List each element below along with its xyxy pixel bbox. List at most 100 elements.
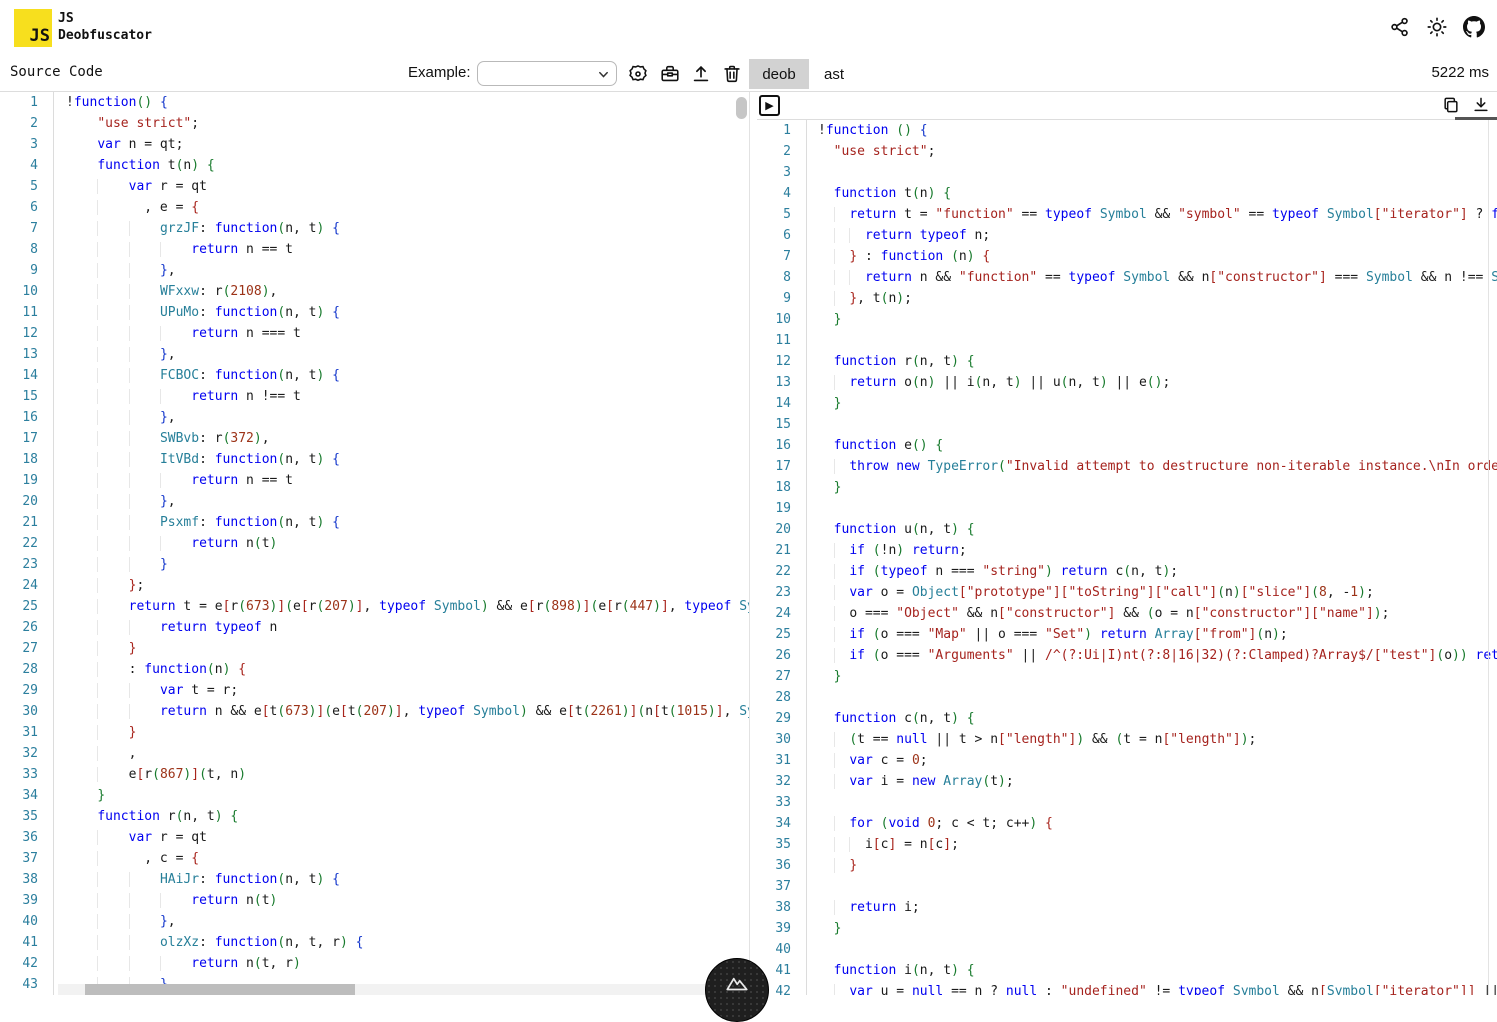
code-line: 1!function () { — [757, 120, 1497, 141]
toolbar: Source Code Example: — [0, 56, 1497, 91]
line-number: 23 — [757, 582, 806, 603]
upload-icon[interactable] — [690, 63, 712, 85]
code-line-text — [806, 876, 1497, 897]
mountain-icon — [724, 970, 750, 996]
code-line: 11 — [757, 330, 1497, 351]
line-number: 7 — [0, 218, 53, 239]
code-line: 13 return o(n) || i(n, t) || u(n, t) || … — [757, 372, 1497, 393]
tab-deob[interactable]: deob — [749, 59, 809, 89]
code-line-text: } — [53, 722, 749, 743]
code-line: 5 var r = qt — [0, 176, 749, 197]
download-icon[interactable] — [1471, 95, 1491, 115]
line-number: 3 — [0, 134, 53, 155]
share-icon[interactable] — [1389, 16, 1411, 38]
example-select[interactable] — [477, 61, 617, 86]
line-number: 32 — [0, 743, 53, 764]
line-number: 30 — [0, 701, 53, 722]
line-number: 10 — [757, 309, 806, 330]
line-number: 24 — [0, 575, 53, 596]
code-line: 34 for (void 0; c < t; c++) { — [757, 813, 1497, 834]
code-line-text: if (o === "Map" || o === "Set") return A… — [806, 624, 1497, 645]
line-number: 19 — [0, 470, 53, 491]
line-number: 40 — [757, 939, 806, 960]
code-line: 5 return t = "function" == typeof Symbol… — [757, 204, 1497, 225]
source-horizontal-scrollbar[interactable] — [85, 984, 355, 995]
line-number: 32 — [757, 771, 806, 792]
copy-icon[interactable] — [1441, 95, 1461, 115]
code-line: 24 o === "Object" && n["constructor"] &&… — [757, 603, 1497, 624]
code-line-text: return i; — [806, 897, 1497, 918]
code-line: 30 return n && e[t(673)](e[t(207)], type… — [0, 701, 749, 722]
line-number: 1 — [0, 92, 53, 113]
settings-icon[interactable] — [627, 63, 649, 85]
code-line-text: i[c] = n[c]; — [806, 834, 1497, 855]
line-number: 21 — [757, 540, 806, 561]
code-line-text: var t = r; — [53, 680, 749, 701]
code-line-text: } — [806, 666, 1497, 687]
trash-icon[interactable] — [721, 63, 743, 85]
line-number: 18 — [0, 449, 53, 470]
line-number: 34 — [0, 785, 53, 806]
code-line-text: } — [53, 638, 749, 659]
line-number: 9 — [0, 260, 53, 281]
source-vertical-scrollbar[interactable] — [736, 97, 747, 119]
line-number: 26 — [0, 617, 53, 638]
code-line: 14 } — [757, 393, 1497, 414]
output-editor[interactable]: 1!function () {2 "use strict";3 4 functi… — [757, 120, 1497, 995]
line-number: 23 — [0, 554, 53, 575]
line-number: 21 — [0, 512, 53, 533]
code-line: 20 function u(n, t) { — [757, 519, 1497, 540]
code-line: 3 — [757, 162, 1497, 183]
code-line-text: grzJF: function(n, t) { — [53, 218, 749, 239]
code-line-text: , c = { — [53, 848, 749, 869]
code-line-text: if (o === "Arguments" || /^(?:Ui|I)nt(?:… — [806, 645, 1497, 666]
code-line-text: var r = qt — [53, 827, 749, 848]
code-line-text: (t == null || t > n["length"]) && (t = n… — [806, 729, 1497, 750]
code-line: 27 } — [0, 638, 749, 659]
code-line: 27 } — [757, 666, 1497, 687]
theme-icon[interactable] — [1426, 16, 1448, 38]
line-number: 37 — [0, 848, 53, 869]
tab-ast[interactable]: ast — [811, 59, 857, 89]
code-line: 39 } — [757, 918, 1497, 939]
code-line-text: }, — [53, 911, 749, 932]
code-line-text: return n === t — [53, 323, 749, 344]
code-line-text: return n && e[t(673)](e[t(207)], typeof … — [53, 701, 749, 722]
code-line-text — [806, 414, 1497, 435]
toolbox-icon[interactable] — [659, 63, 681, 85]
code-line: 23 var o = Object["prototype"]["toString… — [757, 582, 1497, 603]
play-button[interactable]: ▶ — [759, 95, 780, 116]
js-logo: JS — [14, 9, 52, 47]
code-line: 35 i[c] = n[c]; — [757, 834, 1497, 855]
line-number: 28 — [757, 687, 806, 708]
source-editor[interactable]: 1!function() {2 "use strict";3 var n = q… — [0, 92, 750, 995]
code-line-text: function t(n) { — [53, 155, 749, 176]
code-line-text: }, — [53, 260, 749, 281]
line-number: 17 — [0, 428, 53, 449]
code-line-text: if (!n) return; — [806, 540, 1497, 561]
code-line: 14 FCBOC: function(n, t) { — [0, 365, 749, 386]
mountain-badge[interactable] — [705, 958, 769, 1022]
code-line-text: WFxxw: r(2108), — [53, 281, 749, 302]
line-number: 38 — [0, 869, 53, 890]
code-line: 15 — [757, 414, 1497, 435]
line-number: 40 — [0, 911, 53, 932]
code-line-text: function u(n, t) { — [806, 519, 1497, 540]
code-line: 26 return typeof n — [0, 617, 749, 638]
github-icon[interactable] — [1463, 16, 1485, 38]
line-number: 28 — [0, 659, 53, 680]
code-line: 8 return n == t — [0, 239, 749, 260]
code-line: 32 var i = new Array(t); — [757, 771, 1497, 792]
line-number: 25 — [757, 624, 806, 645]
line-number: 22 — [757, 561, 806, 582]
js-logo-text: JS — [30, 26, 52, 47]
line-number: 14 — [0, 365, 53, 386]
code-line-text: return n !== t — [53, 386, 749, 407]
code-line: 21 Psxmf: function(n, t) { — [0, 512, 749, 533]
code-line: 4 function t(n) { — [757, 183, 1497, 204]
line-number: 11 — [757, 330, 806, 351]
line-number: 16 — [757, 435, 806, 456]
line-number: 35 — [757, 834, 806, 855]
line-number: 7 — [757, 246, 806, 267]
code-line: 16 }, — [0, 407, 749, 428]
